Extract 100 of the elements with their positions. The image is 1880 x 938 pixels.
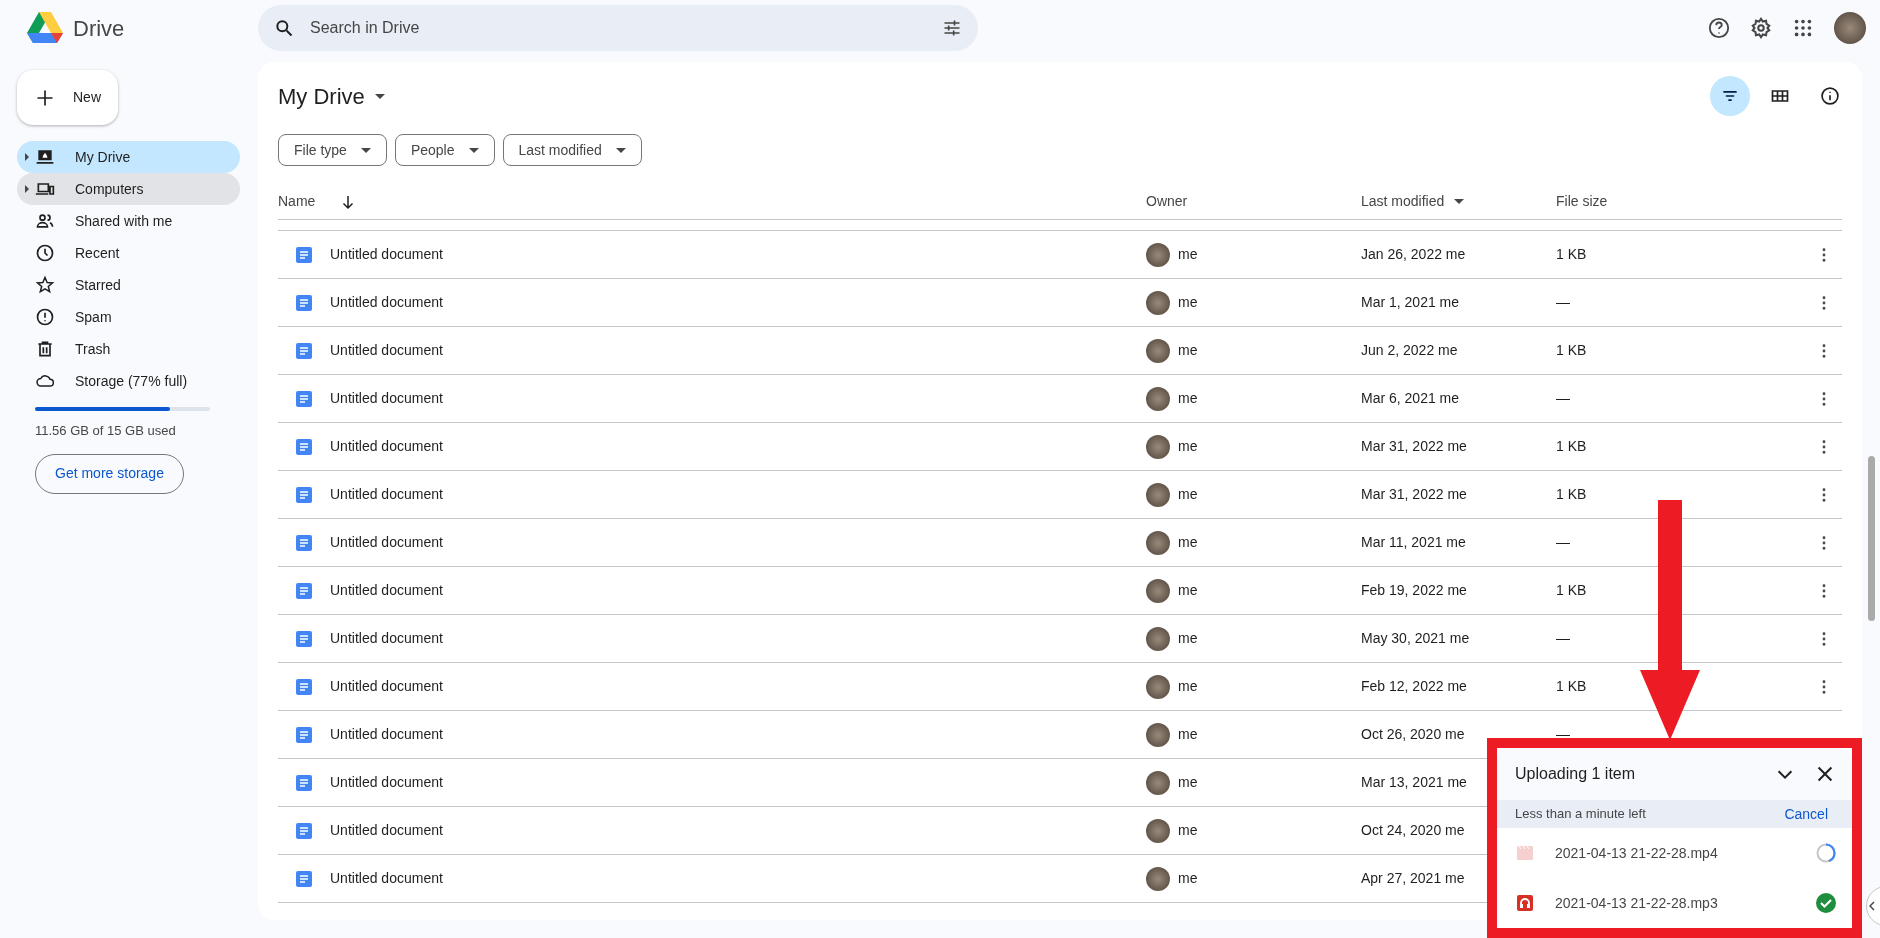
file-name[interactable]: Untitled document bbox=[330, 868, 443, 889]
search-field[interactable]: Search in Drive bbox=[258, 5, 978, 51]
modified-date: May 30, 2021 me bbox=[1361, 630, 1470, 646]
avatar bbox=[1146, 578, 1170, 603]
sidebar-item[interactable]: Storage (77% full) bbox=[17, 365, 240, 397]
owner-text: me bbox=[1178, 485, 1198, 504]
sidebar-item[interactable]: My Drive bbox=[17, 141, 240, 173]
filter-chip[interactable]: Last modified bbox=[502, 134, 642, 166]
file-name[interactable]: Untitled document bbox=[330, 436, 443, 457]
file-name[interactable]: Untitled document bbox=[330, 772, 443, 793]
settings-icon[interactable] bbox=[1750, 17, 1772, 39]
avatar bbox=[1146, 626, 1170, 651]
owner-text: me bbox=[1178, 389, 1198, 408]
more-options-icon[interactable] bbox=[1822, 583, 1826, 598]
scrollbar-thumb[interactable] bbox=[1868, 456, 1875, 621]
help-icon[interactable] bbox=[1708, 17, 1730, 39]
search-input[interactable]: Search in Drive bbox=[310, 16, 926, 40]
file-name[interactable]: Untitled document bbox=[330, 340, 443, 361]
modified-date: Oct 24, 2020 me bbox=[1361, 822, 1465, 838]
file-size: — bbox=[1556, 534, 1570, 550]
more-options-icon[interactable] bbox=[1822, 631, 1826, 646]
more-options-icon[interactable] bbox=[1822, 487, 1826, 502]
more-options-icon[interactable] bbox=[1822, 535, 1826, 550]
modified-date: Mar 6, 2021 me bbox=[1361, 390, 1460, 406]
owner-text: me bbox=[1178, 677, 1198, 696]
document-icon bbox=[296, 822, 312, 839]
owner-text: me bbox=[1178, 725, 1198, 744]
more-options-icon[interactable] bbox=[1822, 295, 1826, 310]
upload-file-name: 2021-04-13 21-22-28.mp3 bbox=[1555, 893, 1719, 913]
cancel-link[interactable]: Cancel bbox=[1784, 803, 1828, 825]
apps-grid-icon[interactable] bbox=[1792, 17, 1814, 39]
expand-triangle-icon[interactable] bbox=[25, 153, 29, 161]
caret-icon bbox=[615, 147, 626, 153]
document-icon bbox=[296, 534, 312, 551]
document-icon bbox=[296, 870, 312, 887]
more-options-icon[interactable] bbox=[1822, 679, 1826, 694]
modified-date: Feb 19, 2022 me bbox=[1361, 582, 1467, 598]
document-icon bbox=[296, 678, 312, 695]
filter-sliders-icon[interactable] bbox=[942, 18, 962, 38]
column-header[interactable]: Name bbox=[278, 191, 316, 212]
avatar bbox=[1146, 818, 1170, 843]
folder-title-button[interactable]: My Drive bbox=[278, 79, 385, 113]
modified-date: Mar 13, 2021 me bbox=[1361, 774, 1467, 790]
sidebar-item[interactable]: Trash bbox=[17, 333, 240, 365]
file-name[interactable]: Untitled document bbox=[330, 244, 443, 265]
document-icon bbox=[296, 726, 312, 743]
sidebar-item[interactable]: Recent bbox=[17, 237, 240, 269]
filter-view-icon[interactable] bbox=[1710, 76, 1750, 116]
owner-text: me bbox=[1178, 869, 1198, 888]
file-name[interactable]: Untitled document bbox=[330, 580, 443, 601]
file-name[interactable]: Untitled document bbox=[330, 532, 443, 553]
expand-triangle-icon[interactable] bbox=[25, 185, 29, 193]
file-name[interactable]: Untitled document bbox=[330, 292, 443, 313]
avatar bbox=[1146, 482, 1170, 507]
more-options-icon[interactable] bbox=[1822, 247, 1826, 262]
modified-date: Mar 31, 2022 me bbox=[1361, 486, 1467, 502]
file-name[interactable]: Untitled document bbox=[330, 484, 443, 505]
file-size: — bbox=[1556, 294, 1570, 310]
column-header[interactable]: Owner bbox=[1146, 191, 1188, 212]
storage-usage-text: 11.56 GB of 15 GB used bbox=[35, 422, 177, 440]
file-name[interactable]: Untitled document bbox=[330, 676, 443, 697]
file-size: 1 KB bbox=[1556, 438, 1587, 454]
sidebar-item[interactable]: Spam bbox=[17, 301, 240, 333]
modified-date: Oct 26, 2020 me bbox=[1361, 726, 1465, 742]
more-options-icon[interactable] bbox=[1822, 343, 1826, 358]
file-name[interactable]: Untitled document bbox=[330, 388, 443, 409]
document-icon bbox=[296, 342, 312, 359]
filter-chip[interactable]: File type bbox=[278, 134, 387, 166]
owner-text: me bbox=[1178, 437, 1198, 456]
sidebar-item[interactable]: Starred bbox=[17, 269, 240, 301]
chevron-left-icon bbox=[1869, 901, 1875, 911]
more-options-icon[interactable] bbox=[1822, 391, 1826, 406]
modified-date: Jan 26, 2022 me bbox=[1361, 246, 1466, 262]
upload-file-name: 2021-04-13 21-22-28.mp4 bbox=[1555, 843, 1719, 863]
info-icon[interactable] bbox=[1820, 86, 1840, 106]
more-options-icon[interactable] bbox=[1822, 439, 1826, 454]
modified-date: Mar 11, 2021 me bbox=[1361, 534, 1466, 550]
avatar bbox=[1146, 530, 1170, 555]
people-icon bbox=[35, 211, 55, 231]
modified-date: Mar 31, 2022 me bbox=[1361, 438, 1467, 454]
document-icon bbox=[296, 246, 312, 263]
file-name[interactable]: Untitled document bbox=[330, 628, 443, 649]
avatar bbox=[1146, 866, 1170, 891]
file-name[interactable]: Untitled document bbox=[330, 724, 443, 745]
sidebar-item[interactable]: Shared with me bbox=[17, 205, 240, 237]
file-name[interactable]: Untitled document bbox=[330, 820, 443, 841]
file-size: — bbox=[1556, 390, 1570, 406]
time-left-text: Less than a minute left bbox=[1515, 805, 1647, 824]
column-header[interactable]: File size bbox=[1556, 191, 1608, 212]
owner-text: me bbox=[1178, 821, 1198, 840]
caret-icon bbox=[374, 93, 385, 99]
account-avatar[interactable] bbox=[1834, 12, 1866, 44]
filter-chip[interactable]: People bbox=[394, 134, 495, 166]
sidebar-item[interactable]: Computers bbox=[17, 173, 240, 205]
document-icon bbox=[296, 630, 312, 647]
owner-text: me bbox=[1178, 773, 1198, 792]
new-button[interactable]: New bbox=[17, 70, 118, 125]
drive-logo-icon bbox=[27, 12, 63, 44]
column-header[interactable]: Last modified bbox=[1361, 191, 1445, 212]
clock-icon bbox=[35, 243, 55, 263]
